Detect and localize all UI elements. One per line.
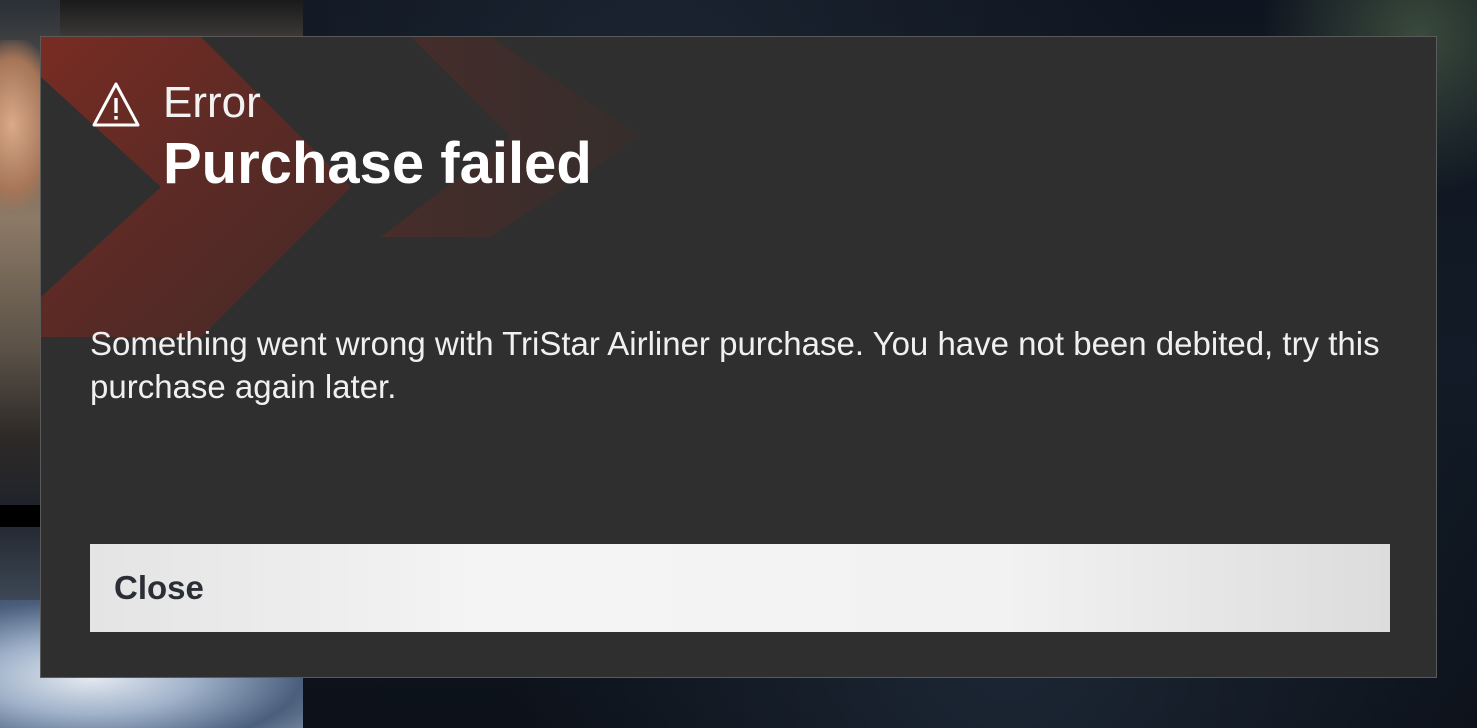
error-dialog: Error Purchase failed Something went wro… bbox=[40, 36, 1437, 678]
warning-icon bbox=[92, 82, 140, 127]
dialog-message: Something went wrong with TriStar Airlin… bbox=[90, 325, 1380, 405]
close-button-label: Close bbox=[114, 569, 204, 606]
background-hair bbox=[60, 0, 303, 36]
close-button[interactable]: Close bbox=[90, 544, 1390, 632]
background-stripe bbox=[0, 505, 40, 527]
dialog-title: Purchase failed bbox=[163, 131, 592, 196]
dialog-eyebrow: Error bbox=[163, 78, 261, 127]
screen: Error Purchase failed Something went wro… bbox=[0, 0, 1477, 728]
